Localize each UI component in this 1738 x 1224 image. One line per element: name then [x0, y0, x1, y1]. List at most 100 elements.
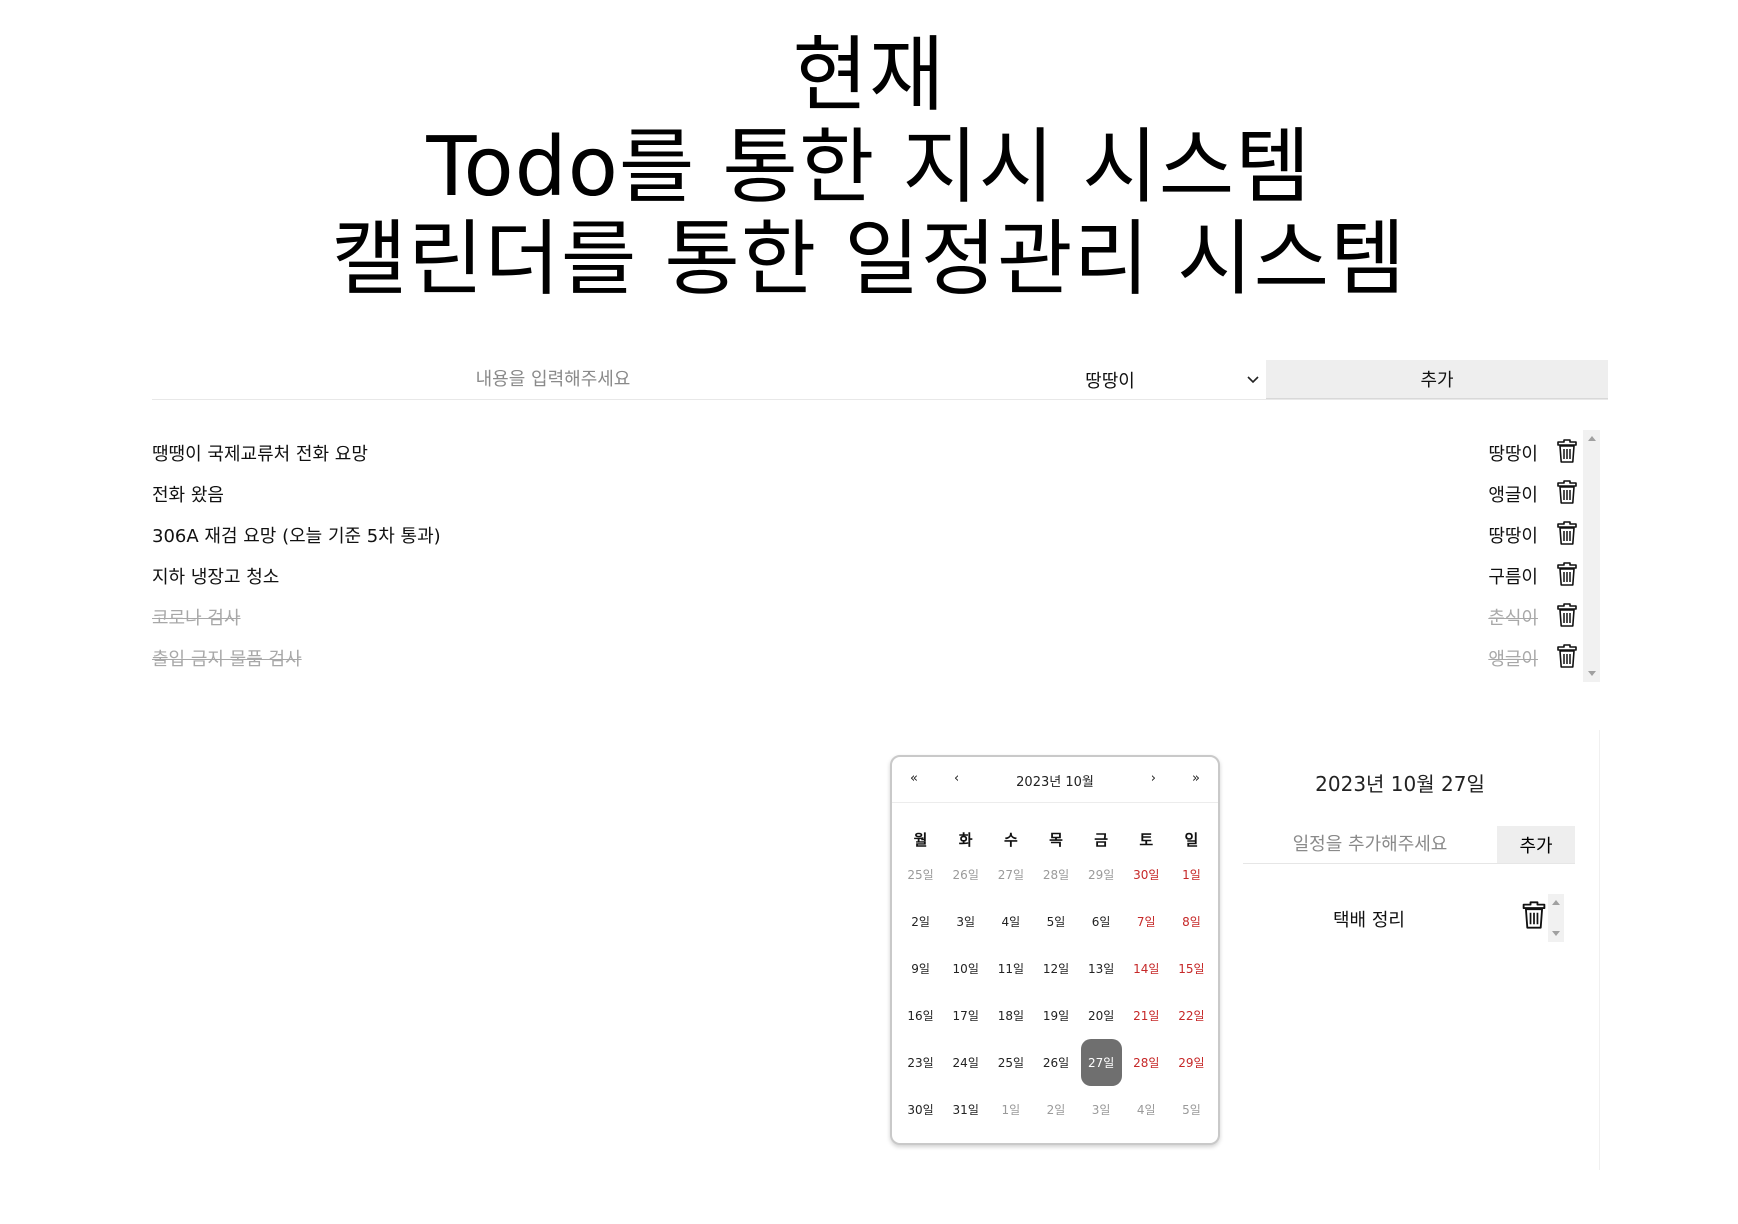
todo-item[interactable]: 출입 금지 물품 검사 앵글이 [152, 635, 1602, 676]
calendar-day[interactable]: 27일 [990, 851, 1031, 898]
trash-icon[interactable] [1556, 643, 1578, 669]
todo-item-assignee: 땅땅이 [1488, 526, 1538, 547]
todo-list: 땡땡이 국제교류처 전화 요망 땅땅이 전화 왔음 앵글이 306A 재검 요망 (오늘… [152, 430, 1602, 682]
calendar-day[interactable]: 14일 [1126, 945, 1167, 992]
calendar-day[interactable]: 20일 [1081, 992, 1122, 1039]
schedule-item[interactable]: 택배 정리 [1243, 890, 1555, 940]
todo-item-text: 코로나 검사 [152, 608, 241, 629]
weekday-label: 토 [1139, 831, 1154, 849]
todo-add-button[interactable]: 추가 [1266, 360, 1608, 399]
calendar-day[interactable]: 2일 [1035, 1086, 1076, 1133]
schedule-add-button[interactable]: 추가 [1497, 826, 1575, 863]
calendar-day[interactable]: 22일 [1171, 992, 1212, 1039]
hero-line-2: Todo를 통한 지시 시스템 [426, 120, 1312, 215]
todo-item-text: 땡땡이 국제교류처 전화 요망 [152, 444, 368, 465]
calendar-day[interactable]: 19일 [1035, 992, 1076, 1039]
todo-item[interactable]: 지하 냉장고 청소 구름이 [152, 553, 1602, 594]
todo-list-scrollbar[interactable] [1583, 430, 1600, 682]
schedule-item-text: 택배 정리 [1333, 910, 1405, 931]
todo-item[interactable]: 306A 재검 요망 (오늘 기준 5차 통과) 땅땅이 [152, 512, 1602, 553]
chevron-down-icon [1247, 376, 1259, 384]
schedule-input[interactable] [1243, 826, 1497, 863]
calendar-day[interactable]: 9일 [900, 945, 941, 992]
calendar-day[interactable]: 11일 [990, 945, 1031, 992]
schedule-form: 추가 [1243, 826, 1575, 864]
calendar-day[interactable]: 21일 [1126, 992, 1167, 1039]
schedule-list: 택배 정리 [1243, 890, 1555, 940]
todo-item[interactable]: 전화 왔음 앵글이 [152, 471, 1602, 512]
calendar-next-month-button[interactable]: › [1151, 771, 1156, 786]
trash-icon[interactable] [1556, 602, 1578, 628]
calendar-day[interactable]: 4일 [990, 898, 1031, 945]
scroll-down-arrow-icon[interactable] [1587, 671, 1596, 676]
todo-item-text: 전화 왔음 [152, 485, 224, 506]
calendar-day[interactable]: 29일 [1171, 1039, 1212, 1086]
assignee-select[interactable]: 땅땅이 [954, 360, 1266, 399]
calendar-month-label[interactable]: 2023년 10월 [892, 771, 1218, 790]
todo-item[interactable]: 코로나 검사 춘식이 [152, 594, 1602, 635]
calendar-day[interactable]: 5일 [1171, 1086, 1212, 1133]
todo-item-text: 지하 냉장고 청소 [152, 567, 280, 588]
calendar-day[interactable]: 30일 [1126, 851, 1167, 898]
calendar-day-selected[interactable]: 27일 [1080, 1039, 1122, 1086]
calendar-day[interactable]: 15일 [1171, 945, 1212, 992]
calendar-day[interactable]: 3일 [1081, 1086, 1122, 1133]
scroll-down-arrow-icon[interactable] [1552, 931, 1560, 936]
calendar-day[interactable]: 18일 [990, 992, 1031, 1039]
calendar-day[interactable]: 8일 [1171, 898, 1212, 945]
calendar-day[interactable]: 10일 [945, 945, 986, 992]
trash-icon[interactable] [1556, 438, 1578, 464]
weekday-label: 금 [1094, 831, 1109, 849]
calendar-day[interactable]: 13일 [1081, 945, 1122, 992]
calendar-day[interactable]: 3일 [945, 898, 986, 945]
calendar-day[interactable]: 17일 [945, 992, 986, 1039]
todo-input[interactable] [152, 360, 954, 399]
calendar-day[interactable]: 28일 [1126, 1039, 1167, 1086]
weekday-label: 일 [1184, 831, 1199, 849]
trash-icon[interactable] [1556, 520, 1578, 546]
calendar-day[interactable]: 6일 [1081, 898, 1122, 945]
calendar-day[interactable]: 26일 [1035, 1039, 1076, 1086]
calendar-day[interactable]: 1일 [1171, 851, 1212, 898]
scroll-up-arrow-icon[interactable] [1552, 900, 1560, 905]
schedule-list-scrollbar[interactable] [1548, 894, 1564, 942]
calendar-day[interactable]: 16일 [900, 992, 941, 1039]
calendar-day[interactable]: 29일 [1081, 851, 1122, 898]
calendar-day[interactable]: 28일 [1035, 851, 1076, 898]
calendar-day[interactable]: 26일 [945, 851, 986, 898]
schedule-panel: 2023년 10월 27일 추가 택배 정리 [1240, 730, 1600, 1170]
calendar-weekdays: 월 화 수 목 금 토 일 [898, 829, 1214, 850]
calendar-next-year-button[interactable]: » [1192, 771, 1200, 786]
calendar: « ‹ 2023년 10월 › » 월 화 수 목 금 토 일 25일 26일 27… [890, 755, 1220, 1145]
weekday-label: 수 [1003, 831, 1018, 849]
calendar-day[interactable]: 30일 [900, 1086, 941, 1133]
todo-item[interactable]: 땡땡이 국제교류처 전화 요망 땅땅이 [152, 430, 1602, 471]
calendar-navigation: « ‹ 2023년 10월 › » [892, 757, 1218, 803]
scroll-up-arrow-icon[interactable] [1587, 436, 1596, 441]
calendar-day[interactable]: 5일 [1035, 898, 1076, 945]
hero-line-1: 현재 [792, 28, 946, 123]
assignee-select-value: 땅땅이 [1085, 370, 1135, 392]
calendar-day[interactable]: 1일 [990, 1086, 1031, 1133]
todo-item-assignee: 구름이 [1488, 567, 1538, 588]
todo-form: 땅땅이 추가 [152, 360, 1608, 400]
trash-icon[interactable] [1556, 479, 1578, 505]
calendar-day[interactable]: 23일 [900, 1039, 941, 1086]
hero-line-3: 캘린더를 통한 일정관리 시스템 [331, 212, 1407, 307]
hero-title: 현재 Todo를 통한 지시 시스템 캘린더를 통한 일정관리 시스템 [0, 30, 1738, 306]
todo-item-assignee: 춘식이 [1488, 608, 1538, 629]
calendar-day[interactable]: 31일 [945, 1086, 986, 1133]
calendar-day[interactable]: 24일 [945, 1039, 986, 1086]
calendar-day[interactable]: 12일 [1035, 945, 1076, 992]
trash-icon[interactable] [1521, 900, 1547, 930]
calendar-day[interactable]: 4일 [1126, 1086, 1167, 1133]
todo-item-text: 306A 재검 요망 (오늘 기준 5차 통과) [152, 526, 441, 547]
selected-date-label: 2023년 10월 27일 [1315, 772, 1485, 796]
calendar-day[interactable]: 7일 [1126, 898, 1167, 945]
calendar-day[interactable]: 2일 [900, 898, 941, 945]
calendar-day[interactable]: 25일 [990, 1039, 1031, 1086]
todo-item-assignee: 앵글이 [1488, 485, 1538, 506]
todo-item-assignee: 땅땅이 [1488, 444, 1538, 465]
calendar-day[interactable]: 25일 [900, 851, 941, 898]
trash-icon[interactable] [1556, 561, 1578, 587]
